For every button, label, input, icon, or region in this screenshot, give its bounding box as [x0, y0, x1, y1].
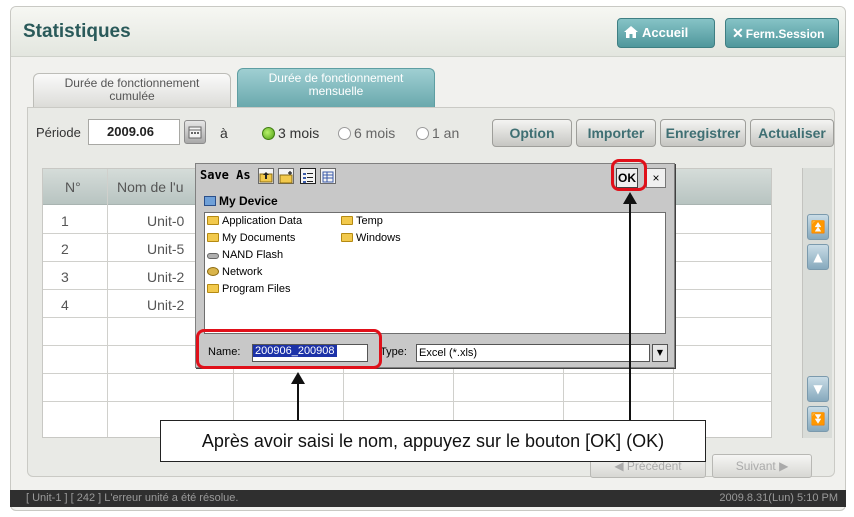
- next-label: Suivant: [735, 459, 776, 473]
- radio-3-months-label[interactable]: 3 mois: [278, 125, 319, 141]
- network-icon: [207, 267, 219, 276]
- tab-monthly-line2: mensuelle: [308, 84, 364, 98]
- home-button[interactable]: Accueil: [617, 18, 715, 48]
- type-label: Type:: [380, 346, 407, 358]
- arrowhead-name-icon: [291, 372, 305, 384]
- file-list[interactable]: Application Data My Documents NAND Flash…: [204, 212, 666, 334]
- row-unit-name: Unit-2: [147, 297, 185, 313]
- option-button[interactable]: Option: [492, 119, 572, 147]
- file-name: Temp: [356, 215, 383, 227]
- import-button[interactable]: Importer: [576, 119, 656, 147]
- file-name: NAND Flash: [222, 249, 284, 261]
- row-divider: [43, 401, 771, 402]
- file-name: Application Data: [222, 215, 303, 227]
- tab-bar: Durée de fonctionnement cumulée Durée de…: [11, 67, 845, 107]
- row-divider: [43, 373, 771, 374]
- drive-icon: [207, 253, 219, 259]
- radio-3-months[interactable]: [262, 127, 275, 140]
- list-item[interactable]: Program Files: [207, 283, 290, 295]
- logout-label: Ferm.Session: [745, 27, 825, 41]
- row-number: 3: [61, 269, 69, 285]
- radio-6-months[interactable]: [338, 127, 351, 140]
- period-date-field[interactable]: 2009.06: [88, 119, 180, 145]
- folder-icon: [207, 233, 219, 242]
- details-view-icon[interactable]: [320, 168, 336, 184]
- list-item[interactable]: Application Data: [207, 215, 302, 227]
- refresh-button[interactable]: Actualiser: [750, 119, 834, 147]
- radio-1-year[interactable]: [416, 127, 429, 140]
- logout-button[interactable]: ✕ Ferm.Session: [725, 18, 839, 48]
- file-name: Windows: [356, 232, 401, 244]
- folder-icon: [207, 284, 219, 293]
- title-bar: Statistiques Accueil ✕ Ferm.Session: [11, 7, 845, 57]
- radio-6-months-label[interactable]: 6 mois: [354, 125, 395, 141]
- row-unit-name: Unit-2: [147, 269, 185, 285]
- home-icon: [624, 20, 638, 38]
- period-label: Période: [36, 125, 81, 140]
- close-x-icon: ✕: [732, 25, 744, 41]
- col-divider: [107, 169, 108, 437]
- device-icon: [204, 196, 216, 206]
- folder-icon: [341, 216, 353, 225]
- folder-icon: [207, 216, 219, 225]
- list-item[interactable]: Network: [207, 266, 262, 278]
- save-button[interactable]: Enregistrer: [660, 119, 746, 147]
- row-unit-name: Unit-5: [147, 241, 185, 257]
- ok-highlight: [611, 159, 647, 191]
- tab-monthly[interactable]: Durée de fonctionnement mensuelle: [237, 68, 435, 107]
- status-datetime: 2009.8.31(Lun) 5:10 PM: [719, 492, 838, 504]
- file-type-select[interactable]: Excel (*.xls): [416, 344, 650, 362]
- list-item[interactable]: NAND Flash: [207, 249, 283, 261]
- page-title: Statistiques: [23, 21, 131, 42]
- new-folder-icon[interactable]: [278, 168, 294, 184]
- status-bar: [ Unit-1 ] [ 242 ] L'erreur unité a été …: [10, 490, 846, 507]
- next-button[interactable]: Suivant ▶: [712, 454, 812, 478]
- tab-cumulative-line2: cumulée: [109, 89, 155, 103]
- name-highlight: [196, 329, 382, 369]
- row-number: 2: [61, 241, 69, 257]
- scroll-top-icon[interactable]: ⏫: [807, 214, 829, 240]
- location-name: My Device: [219, 194, 278, 208]
- to-label: à: [220, 125, 228, 141]
- row-number: 1: [61, 213, 69, 229]
- folder-icon: [341, 233, 353, 242]
- scroll-bottom-icon[interactable]: ⏬: [807, 406, 829, 432]
- list-item[interactable]: Windows: [341, 232, 401, 244]
- file-name: Program Files: [222, 283, 291, 295]
- row-unit-name: Unit-0: [147, 213, 185, 229]
- tab-cumulative[interactable]: Durée de fonctionnement cumulée: [33, 73, 231, 107]
- table-scrollbar[interactable]: ⏫ ▲ ▼ ⏬: [802, 168, 832, 438]
- scroll-up-icon[interactable]: ▲: [807, 244, 829, 270]
- file-name: Network: [222, 266, 263, 278]
- arrowhead-ok-icon: [623, 192, 637, 204]
- dialog-title: Save As: [200, 168, 251, 182]
- instruction-callout: Après avoir saisi le nom, appuyez sur le…: [160, 420, 706, 462]
- close-icon[interactable]: ×: [646, 168, 666, 188]
- location-label[interactable]: My Device: [204, 194, 278, 208]
- radio-1-year-label[interactable]: 1 an: [432, 125, 459, 141]
- calendar-icon[interactable]: [184, 120, 206, 144]
- home-label: Accueil: [642, 25, 689, 40]
- list-item[interactable]: My Documents: [207, 232, 295, 244]
- chevron-down-icon[interactable]: ▼: [652, 344, 668, 362]
- row-number: 4: [61, 297, 69, 313]
- scroll-down-icon[interactable]: ▼: [807, 376, 829, 402]
- header-number: N°: [65, 179, 81, 195]
- list-view-icon[interactable]: [300, 168, 316, 184]
- up-folder-icon[interactable]: [258, 168, 274, 184]
- arrow-to-name: [297, 382, 299, 420]
- header-unit-name: Nom de l'u: [117, 179, 184, 195]
- list-item[interactable]: Temp: [341, 215, 383, 227]
- next-arrow-icon: ▶: [775, 459, 789, 473]
- file-name: My Documents: [222, 232, 296, 244]
- arrow-to-ok: [629, 202, 631, 420]
- status-message: [ Unit-1 ] [ 242 ] L'erreur unité a été …: [26, 492, 239, 504]
